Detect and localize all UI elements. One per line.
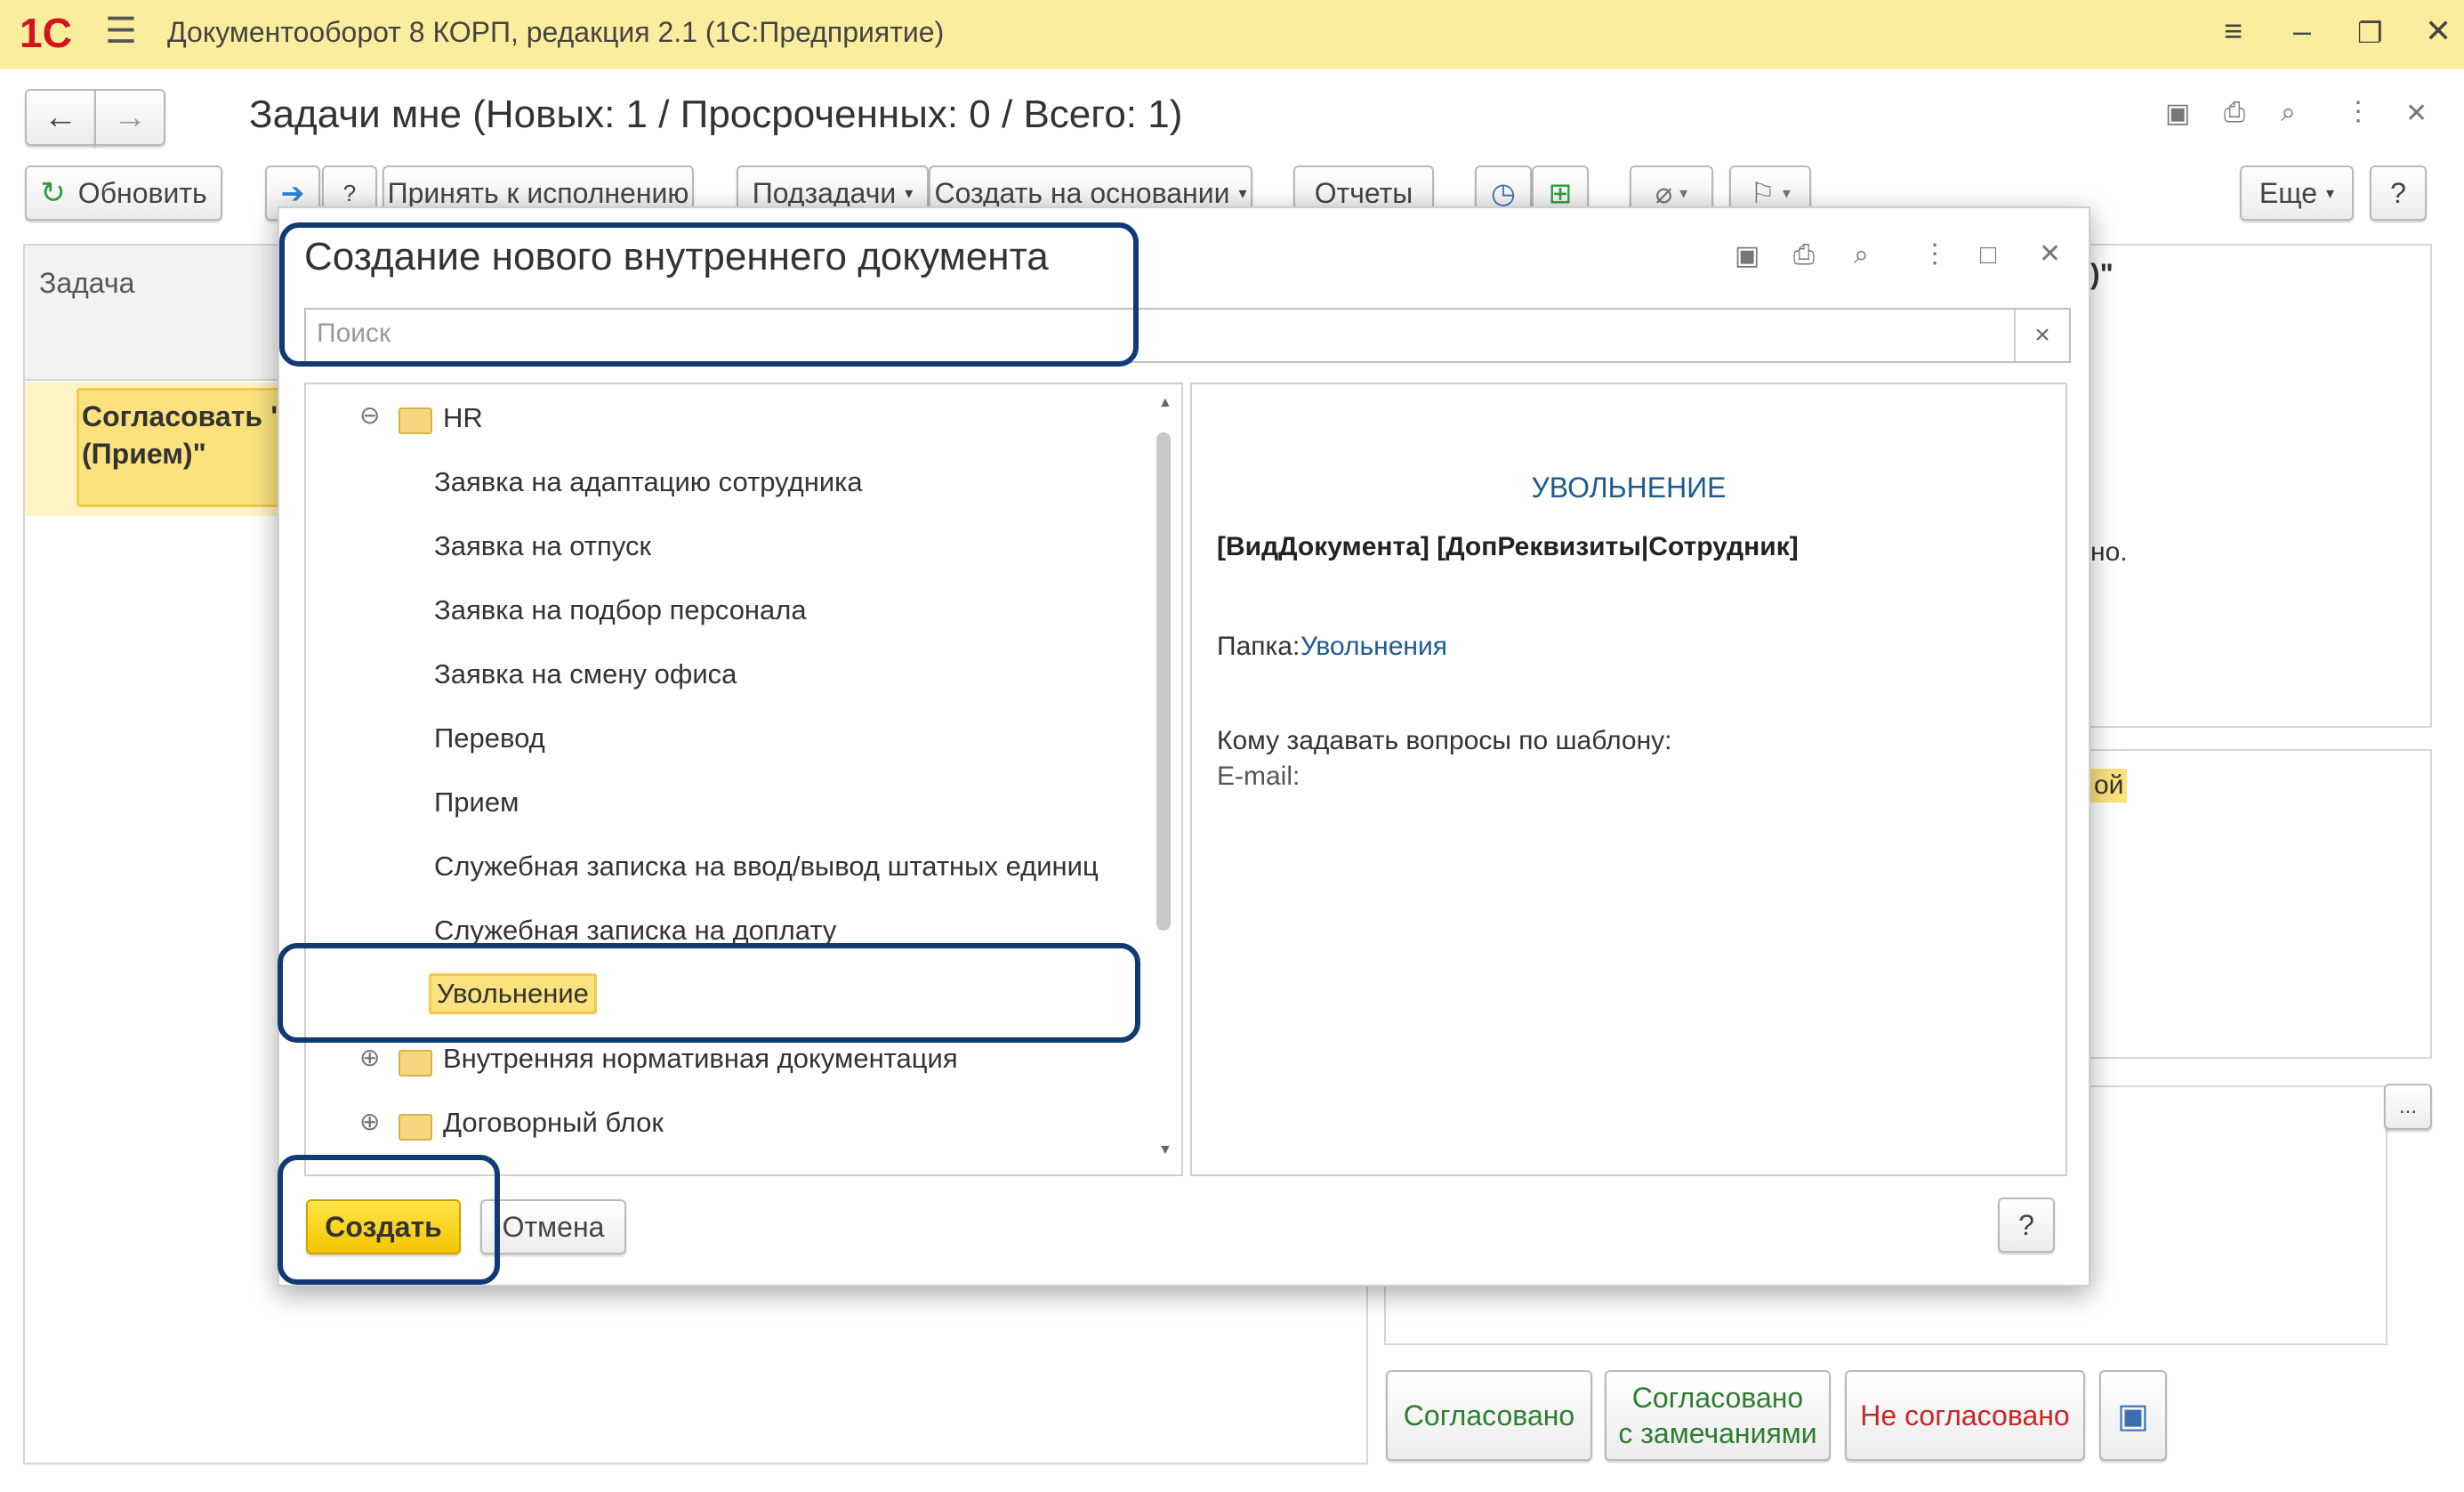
dialog-close-icon[interactable]: ✕	[2039, 238, 2061, 270]
comment-more-label: ...	[2398, 1094, 2417, 1118]
help-label: ?	[2390, 176, 2406, 209]
annotation-frame-create	[278, 1155, 500, 1285]
close-window-icon[interactable]: ✕	[2425, 12, 2452, 50]
tree-scrollbar-thumb[interactable]	[1156, 432, 1171, 931]
app-title: Документооборот 8 КОРП, редакция 2.1 (1С…	[167, 16, 945, 48]
refresh-icon: ↻	[40, 176, 66, 210]
tree-item[interactable]: Служебная записка на доплату	[434, 915, 836, 947]
dialog-preview-icon[interactable]: ⌕	[1854, 240, 1869, 270]
preview-template: [ВидДокумента] [ДопРеквизиты|Сотрудник]	[1217, 532, 1799, 561]
tree-item[interactable]: Заявка на подбор персонала	[434, 594, 807, 626]
menu-icon[interactable]: ☰	[105, 11, 137, 52]
save-result-button[interactable]: ▣	[2099, 1370, 2167, 1461]
minimize-icon[interactable]: –	[2293, 12, 2311, 50]
preview-icon[interactable]: ⌕	[2281, 98, 2296, 128]
chevron-down-icon: ▾	[1238, 183, 1247, 202]
floppy-icon: ▣	[2117, 1397, 2149, 1435]
scroll-down-icon[interactable]: ▼	[1158, 1142, 1172, 1158]
dialog-maximize-icon[interactable]: □	[1980, 240, 1996, 270]
accept-label: Принять к исполнению	[387, 176, 689, 209]
annotation-frame-title	[279, 222, 1139, 367]
tree-folder[interactable]: Внутренняя нормативная документация	[443, 1043, 958, 1075]
annotation-frame-selected-item	[278, 943, 1140, 1043]
task-title-line2: (Прием)"	[82, 438, 206, 470]
print-icon[interactable]: ⎙	[2224, 98, 2245, 128]
details-highlight-fragment: ой	[2090, 769, 2128, 802]
expand-icon[interactable]: ⊕	[359, 1043, 380, 1072]
scroll-up-icon[interactable]: ▲	[1158, 395, 1172, 411]
forward-button[interactable]: →	[94, 89, 165, 146]
cancel-button[interactable]: Отмена	[480, 1199, 626, 1254]
preview-folder-label: Папка:	[1217, 632, 1300, 661]
tree-item[interactable]: Заявка на отпуск	[434, 530, 651, 562]
page-title: Задачи мне (Новых: 1 / Просроченных: 0 /…	[249, 93, 1183, 136]
dialog-more-icon[interactable]: ⋮	[1921, 238, 1948, 270]
cancel-label: Отмена	[502, 1210, 605, 1243]
approved-button[interactable]: Согласовано	[1386, 1370, 1592, 1461]
restore-icon[interactable]: ❐	[2357, 16, 2383, 50]
tree-folder-hr[interactable]: HR	[443, 402, 483, 434]
search-clear-icon[interactable]: ×	[2014, 310, 2069, 361]
tree-item[interactable]: Прием	[434, 786, 519, 819]
chevron-down-icon: ▾	[1782, 183, 1791, 202]
preview-heading: УВОЛЬНЕНИЕ	[1531, 472, 1727, 504]
preview-questions-label: Кому задавать вопросы по шаблону:	[1217, 726, 1672, 755]
folder-icon	[399, 407, 432, 434]
approved-with-remarks-line2: с замечаниями	[1618, 1417, 1817, 1449]
close-page-icon[interactable]: ✕	[2405, 98, 2428, 129]
save-icon[interactable]: ▣	[2165, 98, 2190, 129]
dialog-help-button[interactable]: ?	[1998, 1198, 2055, 1253]
approved-with-remarks-line1: Согласовано	[1631, 1382, 1804, 1414]
details-text-fragment: )"	[2090, 258, 2114, 290]
task-column-header[interactable]: Задача	[39, 267, 134, 300]
approved-with-remarks-button[interactable]: Согласовано с замечаниями	[1605, 1370, 1831, 1461]
tree-item[interactable]: Заявка на адаптацию сотрудника	[434, 466, 863, 498]
folder-icon	[399, 1114, 432, 1141]
preview-email-label: E-mail:	[1217, 762, 1300, 791]
task-title-line1: Согласовать "П	[82, 400, 305, 432]
dialog-help-label: ?	[2018, 1208, 2034, 1241]
template-tree: ⊖ HR Заявка на адаптацию сотрудника Заяв…	[304, 383, 1183, 1176]
subtasks-label: Подзадачи	[752, 176, 897, 209]
refresh-label: Обновить	[77, 176, 207, 209]
tree-item[interactable]: Заявка на смену офиса	[434, 658, 737, 690]
chevron-down-icon: ▾	[2326, 183, 2335, 202]
collapse-icon[interactable]: ⊖	[359, 400, 380, 430]
dialog-save-icon[interactable]: ▣	[1735, 240, 1759, 271]
expand-icon[interactable]: ⊕	[359, 1107, 380, 1136]
create-based-on-label: Создать на основании	[934, 176, 1230, 209]
help-button[interactable]: ?	[2370, 165, 2427, 221]
chevron-down-icon: ▾	[905, 183, 914, 202]
not-approved-label: Не согласовано	[1860, 1399, 2070, 1432]
more-button[interactable]: Еще ▾	[2240, 165, 2354, 221]
chevron-down-icon: ▾	[1679, 183, 1688, 202]
back-button[interactable]: ←	[25, 89, 96, 146]
tree-item[interactable]: Перевод	[434, 722, 545, 754]
window-options-icon[interactable]: ≡	[2224, 12, 2243, 50]
comment-more-button[interactable]: ...	[2384, 1084, 2432, 1130]
new-internal-document-dialog: Создание нового внутреннего документа ▣ …	[278, 206, 2090, 1286]
tree-folder[interactable]: Договорный блок	[443, 1107, 664, 1139]
folder-icon	[399, 1050, 432, 1077]
dialog-print-icon[interactable]: ⎙	[1793, 240, 1815, 270]
reports-label: Отчеты	[1314, 176, 1413, 209]
app-logo: 1С	[20, 10, 72, 56]
more-vertical-icon[interactable]: ⋮	[2345, 96, 2371, 127]
refresh-button[interactable]: ↻ Обновить	[25, 165, 222, 221]
more-label: Еще	[2259, 176, 2318, 209]
tree-item[interactable]: Служебная записка на ввод/вывод штатных …	[434, 851, 1099, 883]
not-approved-button[interactable]: Не согласовано	[1845, 1370, 2085, 1461]
details-text-fragment: но.	[2090, 537, 2128, 567]
approved-label: Согласовано	[1403, 1399, 1575, 1432]
preview-folder-link[interactable]: Увольнения	[1300, 632, 1447, 662]
template-preview: УВОЛЬНЕНИЕ [ВидДокумента] [ДопРеквизиты|…	[1190, 383, 2067, 1176]
